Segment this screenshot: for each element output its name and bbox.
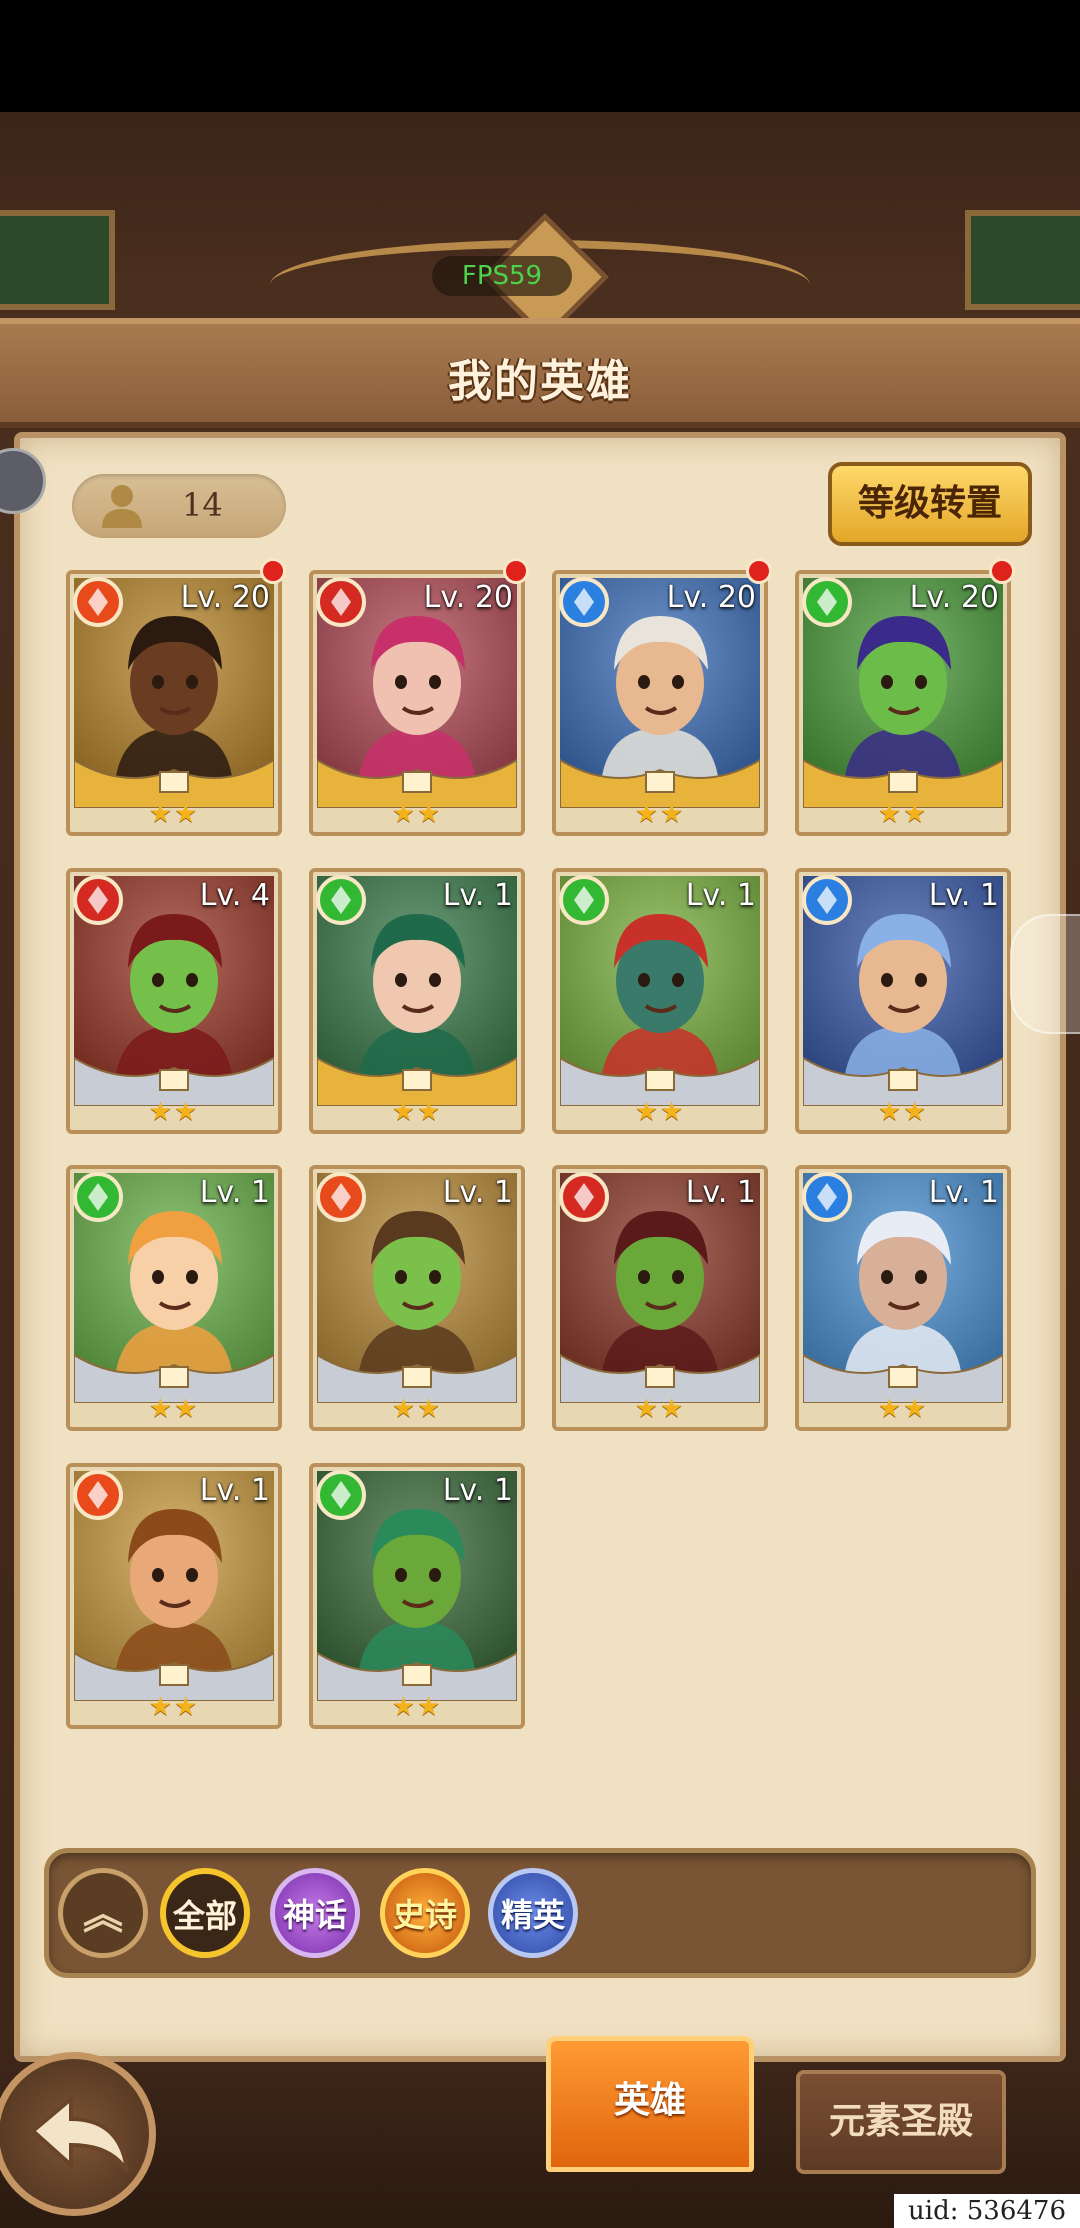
hero-level: Lv. 4 [199,878,270,913]
hero-card[interactable]: Lv. 1 ★★ [309,868,525,1134]
notification-dot [746,558,772,584]
collapse-chevron-icon[interactable]: ︽ [58,1868,148,1958]
hero-card[interactable]: Lv. 20 ★★ [66,570,282,836]
star-rating: ★★ [391,1692,443,1722]
star-rating: ★★ [877,799,929,829]
fps-counter: FPS59 [432,256,572,296]
star-rating: ★★ [877,1097,929,1127]
cube-float-button[interactable] [1010,914,1080,1034]
star-rating: ★★ [391,1394,443,1424]
water-element-icon [802,1172,852,1222]
hero-card[interactable]: Lv. 4 ★★ [66,868,282,1134]
star-rating: ★★ [148,1097,200,1127]
filter-epic-button[interactable]: 史诗 [380,1868,470,1958]
hero-level: Lv. 20 [423,580,513,615]
star-rating: ★★ [391,1097,443,1127]
person-icon [102,485,142,528]
wind-element-icon [316,875,366,925]
hero-level: Lv. 1 [199,1473,270,1508]
tab-heroes[interactable]: 英雄 [546,2036,754,2172]
wind-element-icon [316,1470,366,1520]
star-rating: ★★ [634,1097,686,1127]
filter-all-button[interactable]: 全部 [160,1868,250,1958]
tab-element-shrine[interactable]: 元素圣殿 [796,2070,1006,2174]
hero-card[interactable]: Lv. 1 ★★ [552,868,768,1134]
red-element-icon [73,875,123,925]
back-arrow-icon [29,2094,129,2173]
hero-card[interactable]: Lv. 20 ★★ [309,570,525,836]
wind-element-icon [73,1172,123,1222]
star-rating: ★★ [634,799,686,829]
hero-card[interactable]: Lv. 20 ★★ [795,570,1011,836]
hero-level: Lv. 20 [666,580,756,615]
hero-card[interactable]: Lv. 1 ★★ [309,1165,525,1431]
water-element-icon [802,875,852,925]
user-id-label: uid: 536476 [894,2194,1080,2228]
star-rating: ★★ [634,1394,686,1424]
wind-element-icon [802,577,852,627]
fire-element-icon [316,1172,366,1222]
hero-level: Lv. 1 [928,1175,999,1210]
hero-level: Lv. 1 [199,1175,270,1210]
hero-card[interactable]: Lv. 1 ★★ [309,1463,525,1729]
notification-dot [260,558,286,584]
star-rating: ★★ [877,1394,929,1424]
hero-card[interactable]: Lv. 1 ★★ [66,1463,282,1729]
hero-card[interactable]: Lv. 1 ★★ [66,1165,282,1431]
right-pillar-decoration [965,210,1080,310]
fire-element-icon [73,577,123,627]
hero-level: Lv. 20 [909,580,999,615]
notification-dot [989,558,1015,584]
hero-level: Lv. 1 [442,1175,513,1210]
hero-level: Lv. 1 [442,1473,513,1508]
level-transfer-button[interactable]: 等级转置 [828,462,1032,546]
status-bar [0,0,1080,112]
star-rating: ★★ [391,799,443,829]
hero-level: Lv. 20 [180,580,270,615]
hero-count: 14 [182,486,223,524]
hero-level: Lv. 1 [685,878,756,913]
wind-element-icon [559,875,609,925]
page-title: 我的英雄 [448,356,632,407]
hero-level: Lv. 1 [685,1175,756,1210]
water-element-icon [559,577,609,627]
fire-element-icon [73,1470,123,1520]
hero-card[interactable]: Lv. 1 ★★ [795,868,1011,1134]
hero-card[interactable]: Lv. 20 ★★ [552,570,768,836]
star-rating: ★★ [148,799,200,829]
filter-myth-button[interactable]: 神话 [270,1868,360,1958]
star-rating: ★★ [148,1394,200,1424]
red-element-icon [559,1172,609,1222]
hero-level: Lv. 1 [928,878,999,913]
notification-dot [503,558,529,584]
hero-level: Lv. 1 [442,878,513,913]
hero-count-badge: 14 [72,474,286,538]
left-pillar-decoration [0,210,115,310]
star-rating: ★★ [148,1692,200,1722]
red-element-icon [316,577,366,627]
hero-card[interactable]: Lv. 1 ★★ [552,1165,768,1431]
hero-card[interactable]: Lv. 1 ★★ [795,1165,1011,1431]
filter-elite-button[interactable]: 精英 [488,1868,578,1958]
